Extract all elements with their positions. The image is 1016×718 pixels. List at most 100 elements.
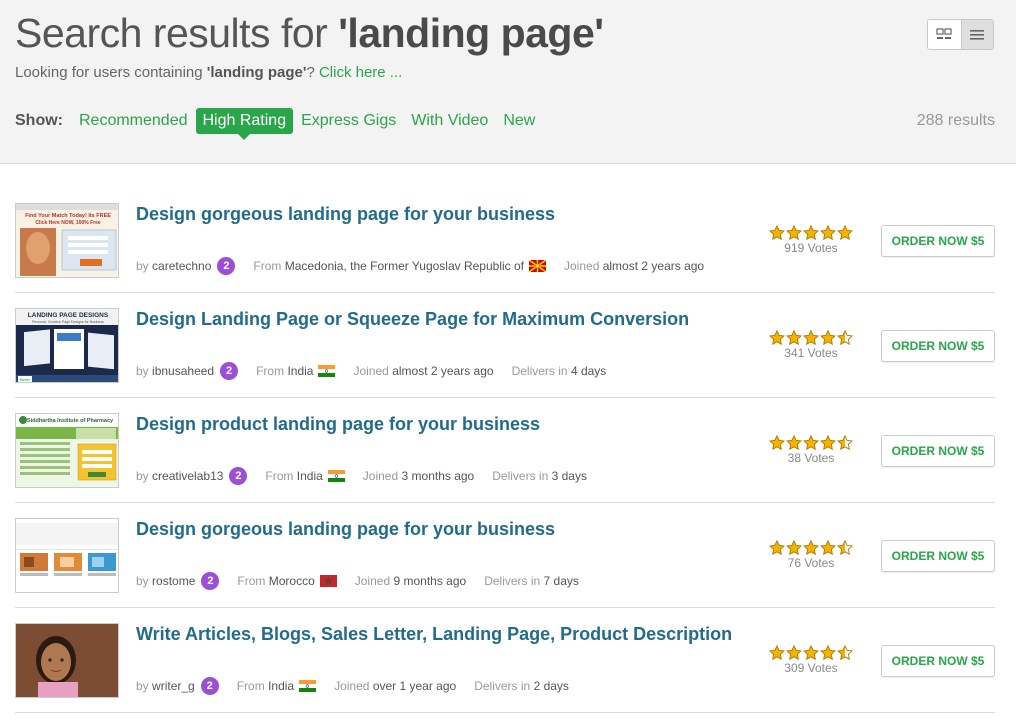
from-label: From [256, 364, 285, 378]
seller-level-badge: 2 [217, 257, 236, 275]
star-half-icon [837, 540, 853, 555]
gig-meta: by caretechno 2 From Macedonia, the Forme… [136, 257, 722, 275]
vote-count: 76 Votes [787, 556, 835, 570]
order-now-button[interactable]: ORDER NOW $5 [881, 645, 995, 677]
star-full-icon [769, 330, 785, 345]
gig-thumbnail-portrait[interactable] [15, 623, 119, 698]
by-label: by [136, 574, 149, 588]
country-name: Morocco [268, 574, 315, 588]
gig-rating: 76 Votes [769, 540, 853, 570]
thumb-badge: fiverr [20, 377, 30, 382]
by-label: by [136, 259, 149, 273]
gig-thumbnail-dating[interactable]: Find Your Match Today! Its FREE Click He… [15, 203, 119, 278]
order-now-button[interactable]: ORDER NOW $5 [881, 330, 995, 362]
gig-title[interactable]: Design Landing Page or Squeeze Page for … [136, 309, 689, 330]
star-full-icon [803, 330, 819, 345]
list-view-button[interactable] [960, 20, 993, 49]
joined-value: 3 months ago [401, 469, 475, 483]
gig-thumbnail-web-template[interactable] [15, 518, 119, 593]
star-rating [769, 225, 853, 240]
joined-value: almost 2 years ago [602, 259, 705, 273]
filter-express-gigs[interactable]: Express Gigs [294, 108, 403, 134]
star-rating [769, 540, 853, 555]
by-label: by [136, 364, 149, 378]
vote-count: 309 Votes [784, 661, 838, 675]
filter-high-rating[interactable]: High Rating [195, 108, 294, 140]
seller-name[interactable]: writer_g [152, 679, 195, 693]
seller-country: From India [256, 364, 336, 378]
vote-count: 919 Votes [784, 241, 838, 255]
filter-tabs: Recommended High Rating Express Gigs Wit… [72, 108, 543, 140]
star-full-icon [820, 330, 836, 345]
gig-thumbnail-landing-page-designs[interactable]: LANDING PAGE DESIGNS Personal, Creative … [15, 308, 119, 383]
by-label: by [136, 469, 149, 483]
seller-name[interactable]: ibnusaheed [152, 364, 214, 378]
macedonia-flag-icon [529, 260, 546, 272]
thumb-text-top: Find Your Match Today! Its FREE [25, 213, 111, 219]
delivers-label: Delivers in [492, 469, 549, 483]
view-toggle [927, 19, 994, 50]
gig-title[interactable]: Design product landing page for your bus… [136, 414, 540, 435]
grid-view-icon [936, 27, 952, 39]
india-flag-icon [299, 680, 317, 692]
country-name: India [268, 679, 295, 693]
gig-title[interactable]: Write Articles, Blogs, Sales Letter, Lan… [136, 624, 732, 645]
user-search-link[interactable]: Click here ... [319, 64, 402, 81]
india-flag-icon [318, 365, 336, 377]
country-name: India [287, 364, 314, 378]
filter-with-video[interactable]: With Video [404, 108, 495, 134]
user-search-hint: Looking for users containing 'landing pa… [15, 64, 402, 81]
title-prefix: Search results for [15, 10, 339, 56]
thumb-text-mid: Click Here NOW, 100% Free [35, 220, 101, 226]
order-now-button[interactable]: ORDER NOW $5 [881, 540, 995, 572]
star-full-icon [820, 540, 836, 555]
by-label: by [136, 679, 149, 693]
seller-level-badge: 2 [220, 362, 239, 380]
delivery-time: 4 days [570, 364, 607, 378]
star-half-icon [837, 330, 853, 345]
delivery-info: Delivers in 2 days [474, 679, 569, 693]
joined-info: Joined almost 2 years ago [564, 259, 704, 273]
from-label: From [253, 259, 282, 273]
gig-title[interactable]: Design gorgeous landing page for your bu… [136, 519, 555, 540]
seller-info: by writer_g 2 [136, 677, 219, 695]
title-query: 'landing page' [338, 10, 604, 56]
gig-row: Siddhartha Institute of Pharmacy Design … [15, 398, 995, 503]
star-full-icon [820, 645, 836, 660]
seller-name[interactable]: rostome [152, 574, 195, 588]
delivers-label: Delivers in [511, 364, 568, 378]
vote-count: 341 Votes [784, 346, 838, 360]
seller-country: From Macedonia, the Former Yugoslav Repu… [253, 259, 546, 273]
results-count: 288 results [916, 112, 995, 129]
seller-info: by creativelab13 2 [136, 467, 248, 485]
order-now-button[interactable]: ORDER NOW $5 [881, 225, 995, 257]
joined-value: over 1 year ago [372, 679, 457, 693]
thumb-text-top: Siddhartha Institute of Pharmacy [27, 418, 114, 424]
joined-label: Joined [334, 679, 370, 693]
star-full-icon [769, 435, 785, 450]
seller-level-badge: 2 [201, 572, 220, 590]
seller-info: by rostome 2 [136, 572, 220, 590]
gig-title[interactable]: Design gorgeous landing page for your bu… [136, 204, 555, 225]
gig-rating: 309 Votes [769, 645, 853, 675]
seller-name[interactable]: creativelab13 [152, 469, 223, 483]
delivery-time: 2 days [533, 679, 569, 693]
seller-name[interactable]: caretechno [152, 259, 211, 273]
gig-rating: 341 Votes [769, 330, 853, 360]
from-label: From [237, 574, 266, 588]
star-half-icon [837, 435, 853, 450]
filter-new[interactable]: New [496, 108, 542, 134]
joined-value: almost 2 years ago [392, 364, 494, 378]
star-full-icon [786, 435, 802, 450]
star-full-icon [769, 540, 785, 555]
filter-recommended[interactable]: Recommended [72, 108, 195, 134]
delivery-info: Delivers in 3 days [492, 469, 587, 483]
grid-view-button[interactable] [928, 20, 961, 49]
hint-query: 'landing page' [206, 64, 307, 81]
gig-thumbnail-pharmacy[interactable]: Siddhartha Institute of Pharmacy [15, 413, 119, 488]
thumb-text-mid: Personal, Creative Page Designs for Busi… [32, 320, 104, 324]
seller-level-badge: 2 [229, 467, 248, 485]
joined-info: Joined over 1 year ago [334, 679, 456, 693]
seller-country: From Morocco [237, 574, 337, 588]
order-now-button[interactable]: ORDER NOW $5 [881, 435, 995, 467]
